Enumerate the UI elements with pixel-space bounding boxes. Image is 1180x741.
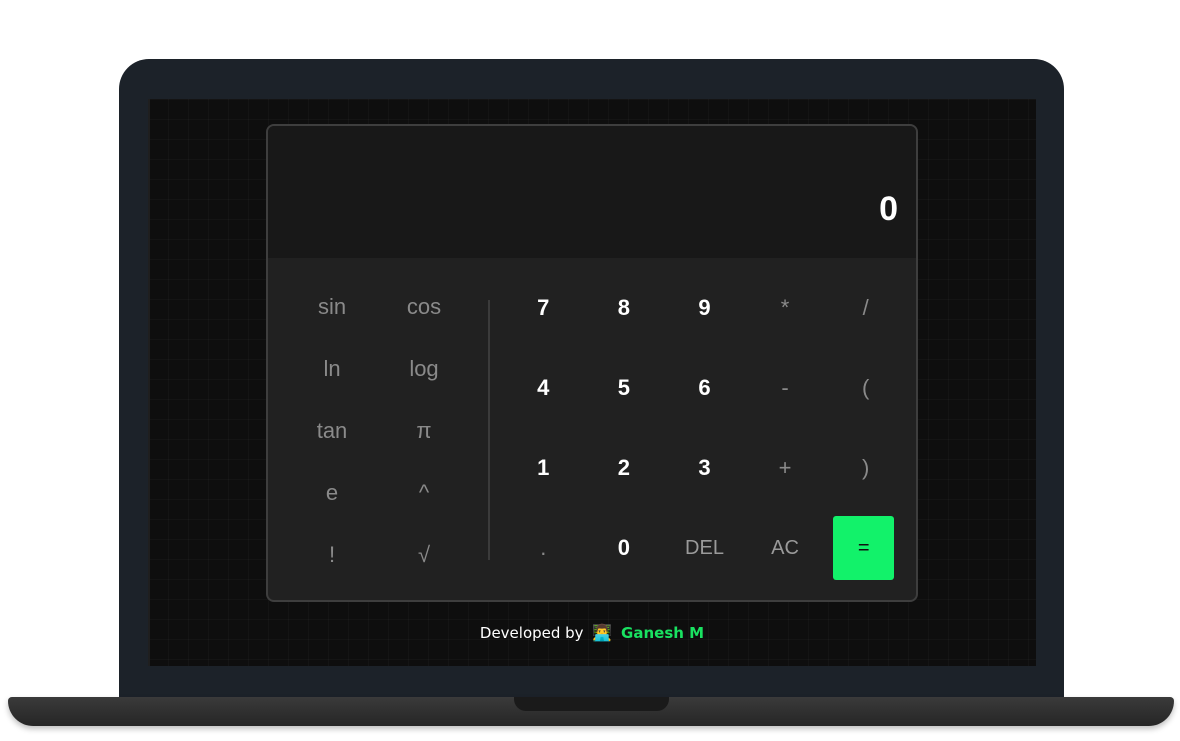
sci-key-7[interactable]: ^ bbox=[378, 462, 470, 524]
sci-key-2[interactable]: ln bbox=[286, 338, 378, 400]
digit-key-2-0[interactable]: 1 bbox=[503, 428, 584, 508]
digit-key-3-1[interactable]: 0 bbox=[584, 508, 665, 588]
operator-key-2-4[interactable]: ) bbox=[825, 428, 906, 508]
operator-key-1-4[interactable]: ( bbox=[825, 348, 906, 428]
calculator: 0 sin cos ln log tan π e ^! √ 7 8 9 */4 5 6-(1 2 3 +). 0 D… bbox=[266, 124, 918, 602]
technologist-icon: 👨‍💻 bbox=[592, 623, 613, 642]
sci-key-8[interactable]: ! bbox=[286, 524, 378, 586]
calculator-display: 0 bbox=[268, 126, 916, 258]
laptop-screen: 0 sin cos ln log tan π e ^! √ 7 8 9 */4 5 6-(1 2 3 +). 0 D… bbox=[148, 99, 1036, 666]
sci-key-5[interactable]: π bbox=[378, 400, 470, 462]
sci-key-9[interactable]: √ bbox=[378, 524, 470, 586]
digit-key-2-2[interactable]: 3 bbox=[664, 428, 745, 508]
operator-key-0-4[interactable]: / bbox=[825, 268, 906, 348]
laptop-notch bbox=[514, 697, 669, 711]
scientific-keypad: sin cos ln log tan π e ^! √ bbox=[286, 276, 470, 586]
footer: Developed by 👨‍💻 Ganesh M bbox=[148, 623, 1036, 642]
keypad-divider bbox=[488, 300, 490, 560]
function-key-3-3[interactable]: AC bbox=[745, 508, 826, 588]
digit-key-1-2[interactable]: 6 bbox=[664, 348, 745, 428]
display-value: 0 bbox=[879, 190, 898, 228]
main-keypad: 7 8 9 */ 4 5 6-(1 2 3 +). 0 DEL AC = bbox=[503, 268, 906, 588]
digit-key-0-2[interactable]: 9 bbox=[664, 268, 745, 348]
function-key-3-2[interactable]: DEL bbox=[664, 508, 745, 588]
digit-key-0-0[interactable]: 7 bbox=[503, 268, 584, 348]
sci-key-1[interactable]: cos bbox=[378, 276, 470, 338]
footer-author[interactable]: Ganesh M bbox=[621, 624, 704, 642]
operator-key-3-0[interactable]: . bbox=[503, 508, 584, 588]
screen-edge bbox=[148, 99, 150, 666]
footer-prefix: Developed by bbox=[479, 624, 584, 642]
digit-key-2-1[interactable]: 2 bbox=[584, 428, 665, 508]
operator-key-0-3[interactable]: * bbox=[745, 268, 826, 348]
digit-key-0-1[interactable]: 8 bbox=[584, 268, 665, 348]
operator-key-2-3[interactable]: + bbox=[745, 428, 826, 508]
digit-key-1-0[interactable]: 4 bbox=[503, 348, 584, 428]
operator-key-1-3[interactable]: - bbox=[745, 348, 826, 428]
sci-key-4[interactable]: tan bbox=[286, 400, 378, 462]
sci-key-3[interactable]: log bbox=[378, 338, 470, 400]
sci-key-6[interactable]: e bbox=[286, 462, 378, 524]
equals-button-3-4[interactable]: = bbox=[833, 516, 894, 580]
sci-key-0[interactable]: sin bbox=[286, 276, 378, 338]
digit-key-1-1[interactable]: 5 bbox=[584, 348, 665, 428]
